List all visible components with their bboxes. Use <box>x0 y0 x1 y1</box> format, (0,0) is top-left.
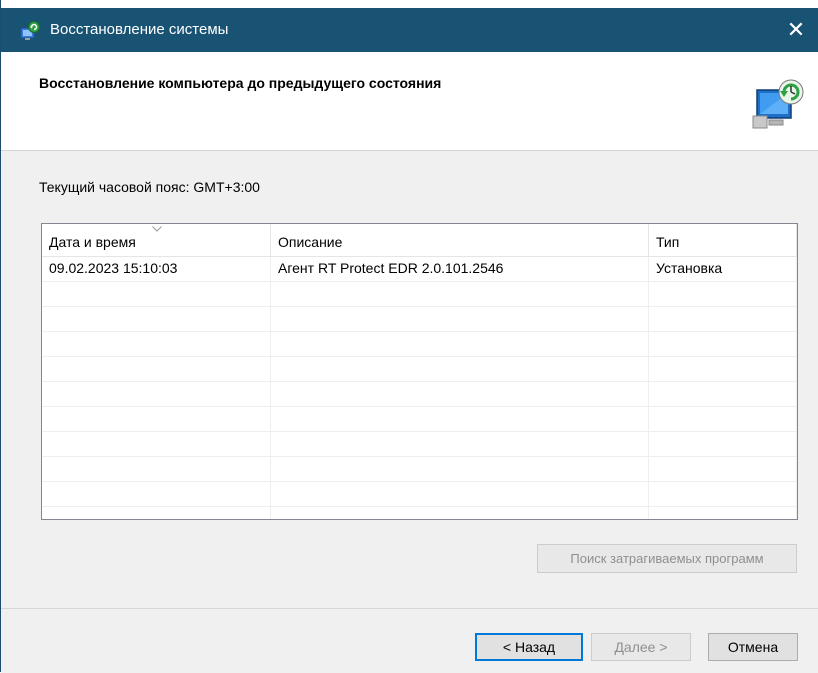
column-label: Дата и время <box>49 234 136 250</box>
column-label: Тип <box>656 234 680 250</box>
system-restore-window: Восстановление системы ✕ Восстановление … <box>0 0 818 673</box>
column-label: Описание <box>278 234 343 250</box>
restore-points-list[interactable]: Дата и время Описание Тип 09.02.2023 15:… <box>41 223 798 520</box>
empty-row <box>42 432 797 457</box>
cell-description: Агент RT Protect EDR 2.0.101.2546 <box>271 257 649 281</box>
empty-row <box>42 357 797 382</box>
table-row[interactable]: 09.02.2023 15:10:03 Агент RT Protect EDR… <box>42 257 797 282</box>
empty-row <box>42 407 797 432</box>
close-button[interactable]: ✕ <box>773 8 818 52</box>
empty-row <box>42 457 797 482</box>
wizard-footer: < Назад Далее > Отмена <box>1 608 818 673</box>
empty-row <box>42 482 797 507</box>
back-button[interactable]: < Назад <box>475 633 583 661</box>
cell-type: Установка <box>649 257 797 281</box>
column-header-type[interactable]: Тип <box>649 224 797 256</box>
scan-affected-programs-button[interactable]: Поиск затрагиваемых программ <box>537 544 797 573</box>
empty-row <box>42 382 797 407</box>
empty-row <box>42 507 797 519</box>
next-button[interactable]: Далее > <box>591 633 691 661</box>
empty-row <box>42 307 797 332</box>
empty-row <box>42 282 797 307</box>
content-area: Текущий часовой пояс: GMT+3:00 Дата и вр… <box>1 151 818 608</box>
empty-row <box>42 332 797 357</box>
column-header-description[interactable]: Описание <box>271 224 649 256</box>
computer-restore-icon <box>752 79 804 129</box>
title-bar[interactable]: Восстановление системы ✕ <box>1 8 818 52</box>
list-header: Дата и время Описание Тип <box>42 224 797 257</box>
header-panel: Восстановление компьютера до предыдущего… <box>1 52 818 151</box>
window-title: Восстановление системы <box>50 21 229 38</box>
page-title: Восстановление компьютера до предыдущего… <box>39 75 442 91</box>
chevron-down-icon <box>152 226 162 232</box>
cell-datetime: 09.02.2023 15:10:03 <box>42 257 271 281</box>
close-icon: ✕ <box>786 17 806 42</box>
cancel-button[interactable]: Отмена <box>708 633 798 661</box>
column-header-datetime[interactable]: Дата и время <box>42 224 271 256</box>
timezone-label: Текущий часовой пояс: GMT+3:00 <box>39 179 260 195</box>
system-restore-icon <box>20 21 40 40</box>
